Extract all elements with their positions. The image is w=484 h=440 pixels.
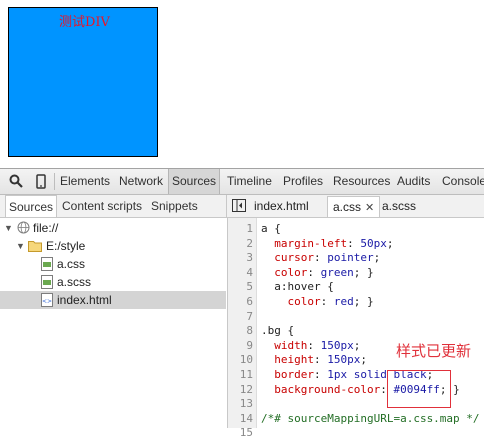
file-navigator: ▼ file:// ▼ E:/style a.css a.scss <> ind… [0,218,226,428]
expanded-triangle-icon[interactable]: ▼ [16,237,25,255]
tab-elements[interactable]: Elements [57,169,113,194]
line-number: 4 [246,265,253,279]
line-number: 1 [246,222,253,235]
line-number: 12 [239,382,253,396]
tree-item-index-html[interactable]: <> index.html [0,291,226,309]
css-file-icon [41,257,54,271]
tree-item-label: index.html [57,293,112,307]
highlight-box [387,370,451,408]
editor-tab-a-scss[interactable]: a.scss [377,196,421,217]
code-text[interactable]: width: 150px; [261,338,360,353]
tree-item-label: file:// [33,221,59,235]
line-number: 3 [246,251,253,265]
sources-subheader: Sources Content scripts Snippets index.h… [0,195,484,218]
code-text[interactable]: color: green; } [261,265,373,280]
close-tab-icon[interactable]: ✕ [365,202,374,214]
code-text[interactable]: cursor: pointer; [261,250,380,265]
code-text[interactable]: /*# sourceMappingURL=a.css.map */ [261,411,480,426]
pane-divider [226,195,227,217]
editor-tab-a-css[interactable]: a.css ✕ [327,196,381,217]
code-text[interactable]: .bg { [261,323,294,338]
navigator-tab-sources[interactable]: Sources [5,195,58,217]
editor-tab-label: a.scss [382,199,417,213]
tree-item-label: a.scss [57,275,92,289]
folder-icon [28,239,42,252]
line-number: 10 [239,353,253,367]
line-number: 2 [246,236,253,250]
demo-div-text: 测试DIV [59,15,110,30]
tab-profiles[interactable]: Profiles [280,169,326,194]
line-number: 14 [239,411,253,425]
device-mode-icon[interactable] [33,173,49,189]
line-number: 15 [239,426,253,440]
line-number: 7 [246,309,253,323]
search-icon[interactable] [8,173,24,189]
html-file-icon: <> [41,293,54,307]
tree-item-a-css[interactable]: a.css [0,255,226,273]
line-number: 11 [239,368,253,381]
line-number: 5 [246,280,253,294]
tree-item-label: E:/style [46,239,86,253]
editor-tab-label: a.css [333,200,362,214]
code-text[interactable]: a { [261,221,281,236]
tab-console[interactable]: Console [439,169,484,194]
code-text[interactable]: height: 150px; [261,352,367,367]
tab-timeline[interactable]: Timeline [224,169,275,194]
expanded-triangle-icon[interactable]: ▼ [4,219,13,237]
annotation-text: 样式已更新 [396,342,472,360]
code-text[interactable]: margin-left: 50px; [261,236,393,251]
tree-item-file-root[interactable]: ▼ file:// [0,219,226,237]
line-number: 8 [246,324,253,338]
tree-item-label: a.css [57,257,86,271]
toggle-navigator-icon[interactable] [232,199,246,212]
tab-network[interactable]: Network [116,169,166,194]
line-number: 9 [246,338,253,352]
navigator-tab-snippets[interactable]: Snippets [148,195,201,217]
tab-audits[interactable]: Audits [394,169,433,194]
navigator-tab-content-scripts[interactable]: Content scripts [59,195,145,217]
tab-resources[interactable]: Resources [330,169,393,194]
code-text[interactable]: a:hover { [261,279,334,294]
editor-tab-index-html[interactable]: index.html [249,196,314,217]
svg-text:<>: <> [42,298,52,305]
editor-tab-label: index.html [254,199,309,213]
devtools-toolbar: Elements Network Sources Timeline Profil… [0,169,484,195]
globe-icon [17,221,30,234]
code-text[interactable]: color: red; } [261,294,374,309]
css-file-icon [41,275,54,289]
toolbar-divider [54,173,55,190]
demo-div: 测试DIV [8,7,158,157]
tab-sources[interactable]: Sources [168,169,221,194]
tree-item-folder-style[interactable]: ▼ E:/style [0,237,226,255]
tree-item-a-scss[interactable]: a.scss [0,273,226,291]
line-number: 13 [239,397,253,411]
line-number: 6 [246,295,253,308]
